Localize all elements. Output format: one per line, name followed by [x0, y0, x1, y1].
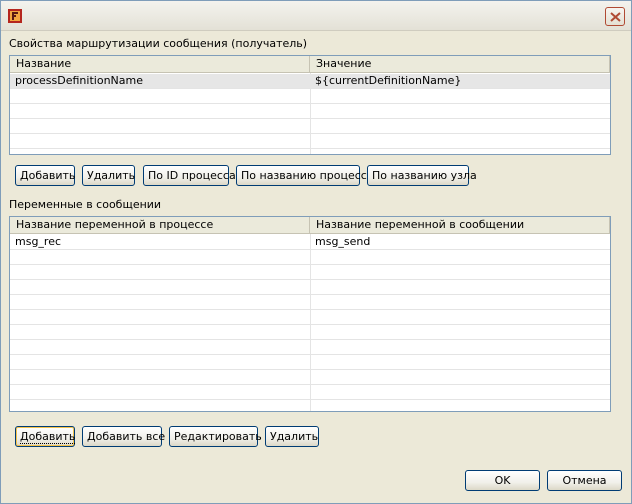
table-row-empty[interactable]: [10, 104, 610, 119]
table-row-empty[interactable]: [10, 295, 610, 310]
table-row-empty[interactable]: [10, 355, 610, 370]
cell-name: processDefinitionName: [15, 74, 143, 87]
table-row[interactable]: processDefinitionName ${currentDefinitio…: [10, 74, 610, 89]
variables-rows: msg_rec msg_send: [10, 235, 610, 411]
dialog-window: Свойства маршрутизации сообщения (получа…: [0, 0, 632, 504]
by-process-name-button[interactable]: По названию процесса: [236, 165, 374, 186]
variables-table-header: Название переменной в процессе Название …: [10, 217, 610, 234]
column-header-process-var[interactable]: Название переменной в процессе: [10, 217, 310, 234]
table-row-empty[interactable]: [10, 340, 610, 355]
column-header-value[interactable]: Значение: [310, 56, 610, 73]
column-header-name[interactable]: Название: [10, 56, 310, 73]
routing-table[interactable]: Название Значение processDefinitionName …: [9, 55, 611, 155]
variables-remove-button[interactable]: Удалить: [265, 426, 319, 447]
routing-group-label: Свойства маршрутизации сообщения (получа…: [9, 37, 308, 50]
table-row-empty[interactable]: [10, 250, 610, 265]
variables-table[interactable]: Название переменной в процессе Название …: [9, 216, 611, 412]
table-row-empty[interactable]: [10, 119, 610, 134]
variables-edit-button[interactable]: Редактировать: [169, 426, 262, 447]
cancel-button[interactable]: Отмена: [547, 470, 622, 491]
routing-table-header: Название Значение: [10, 56, 610, 73]
table-row-empty[interactable]: [10, 400, 610, 411]
table-row-empty[interactable]: [10, 134, 610, 149]
table-row-empty[interactable]: [10, 385, 610, 400]
table-row-empty[interactable]: [10, 265, 610, 280]
table-row-empty[interactable]: [10, 370, 610, 385]
close-button[interactable]: [605, 7, 625, 26]
table-row-empty[interactable]: [10, 325, 610, 340]
cell-process-var: msg_rec: [15, 235, 62, 248]
variables-add-button[interactable]: Добавить: [15, 426, 76, 447]
by-node-name-button[interactable]: По названию узла: [367, 165, 477, 186]
variables-group-label: Переменные в сообщении: [9, 198, 162, 211]
variables-add-all-button[interactable]: Добавить все: [82, 426, 165, 447]
close-icon: [610, 12, 621, 22]
cell-message-var: msg_send: [315, 235, 371, 248]
routing-rows: processDefinitionName ${currentDefinitio…: [10, 74, 610, 149]
app-icon: [8, 9, 22, 23]
ok-button[interactable]: OK: [465, 470, 540, 491]
routing-remove-button[interactable]: Удалить: [82, 165, 135, 186]
column-header-message-var[interactable]: Название переменной в сообщении: [310, 217, 610, 234]
table-row[interactable]: msg_rec msg_send: [10, 235, 610, 250]
table-row-empty[interactable]: [10, 280, 610, 295]
cell-value: ${currentDefinitionName}: [315, 74, 462, 87]
by-process-id-button[interactable]: По ID процесса: [143, 165, 236, 186]
routing-add-button[interactable]: Добавить: [15, 165, 75, 186]
table-row-empty[interactable]: [10, 310, 610, 325]
table-row-empty[interactable]: [10, 89, 610, 104]
title-bar: [1, 1, 631, 31]
